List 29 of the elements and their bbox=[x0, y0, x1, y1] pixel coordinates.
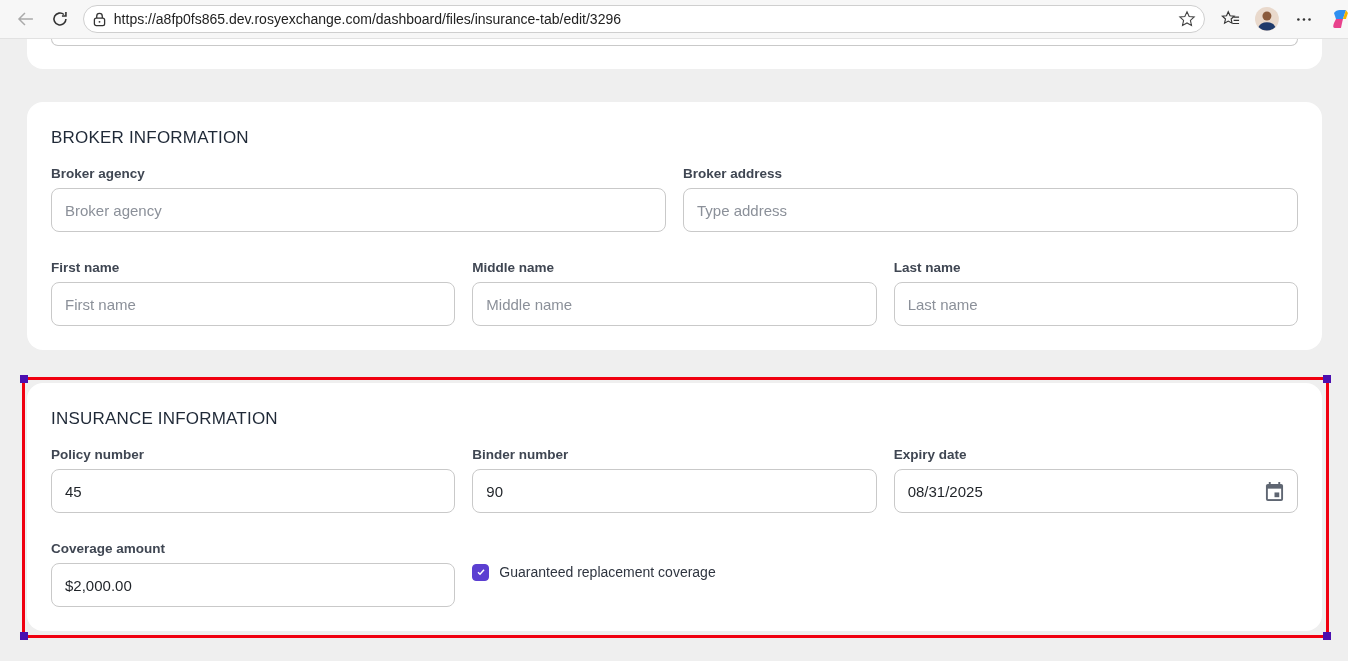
resize-handle[interactable] bbox=[20, 375, 28, 383]
assistant-icon[interactable] bbox=[1332, 9, 1348, 29]
field-label: Binder number bbox=[472, 446, 569, 464]
field-label: Middle name bbox=[472, 259, 555, 277]
field-label: Expiry date bbox=[893, 446, 967, 464]
address-bar[interactable]: https://a8fp0fs865.dev.rosyexchange.com/dashboard/files/insurance-tab/edit/3296 bbox=[82, 5, 1206, 33]
section-title: BROKER INFORMATION bbox=[51, 127, 250, 149]
field-label: Coverage amount bbox=[51, 540, 166, 558]
input-field[interactable]: 90 bbox=[472, 469, 877, 513]
checkbox[interactable] bbox=[472, 563, 490, 581]
input-field[interactable]: $2,000.00 bbox=[51, 563, 456, 607]
field-label: Last name bbox=[893, 259, 961, 277]
avatar-icon[interactable] bbox=[1255, 7, 1280, 31]
field-label: Broker address bbox=[683, 165, 783, 183]
section-title: INSURANCE INFORMATION bbox=[51, 408, 279, 430]
more-icon[interactable] bbox=[1296, 16, 1313, 22]
input-field[interactable]: 45 bbox=[51, 469, 456, 513]
field-label: Broker agency bbox=[51, 165, 145, 183]
resize-handle[interactable] bbox=[20, 632, 28, 640]
check-icon bbox=[475, 567, 486, 577]
lock-icon[interactable] bbox=[92, 11, 106, 27]
checkbox-label[interactable]: Guaranteed replacement coverage bbox=[499, 564, 716, 580]
resize-handle[interactable] bbox=[1323, 375, 1331, 383]
calendar-icon[interactable] bbox=[1265, 480, 1284, 502]
input-field[interactable]: 08/31/2025 bbox=[893, 469, 1298, 513]
resize-handle[interactable] bbox=[1323, 632, 1331, 640]
star-icon[interactable] bbox=[1178, 10, 1197, 28]
field-label: Policy number bbox=[51, 446, 145, 464]
field-label: First name bbox=[51, 259, 120, 277]
